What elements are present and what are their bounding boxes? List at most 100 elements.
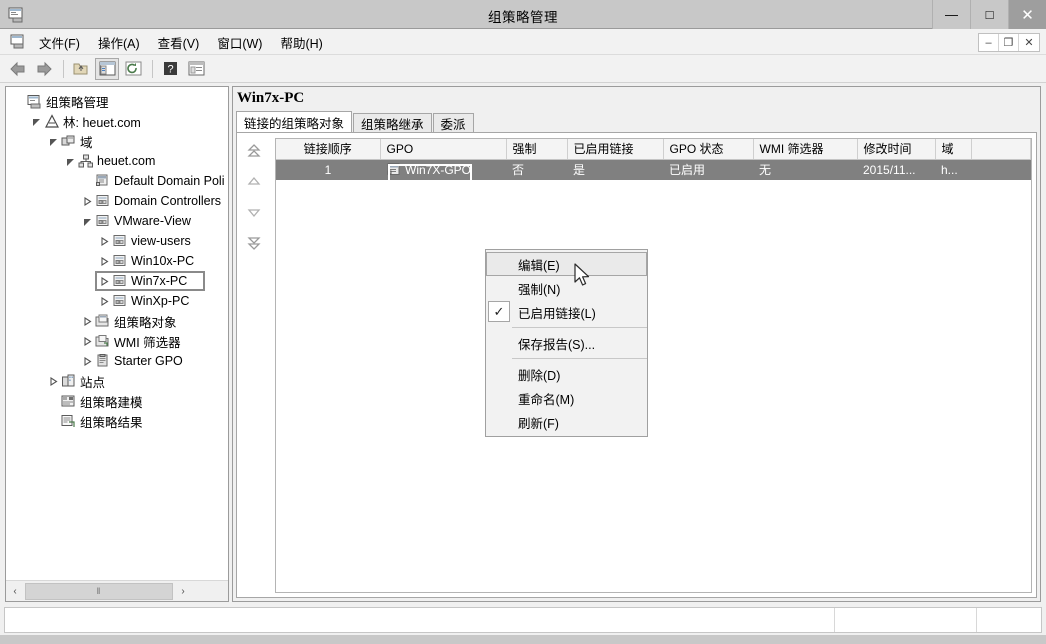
tree-node-domain-controllers[interactable]: Domain Controllers: [6, 191, 228, 211]
column-header-modified[interactable]: 修改时间: [857, 139, 936, 160]
tab-delegation[interactable]: 委派: [432, 113, 474, 133]
up-one-level-button[interactable]: [69, 58, 93, 80]
context-menu-item-label: 已启用链接(L): [518, 306, 596, 321]
context-menu-item-label: 强制(N): [518, 282, 561, 297]
mdi-close-button[interactable]: ✕: [1019, 34, 1039, 51]
forest-icon: [43, 113, 60, 129]
scroll-left-button[interactable]: ‹: [6, 581, 24, 601]
tree-node-label: Win10x-PC: [131, 254, 195, 268]
tree-node-[interactable]: 站点: [6, 371, 228, 391]
tab-group-policy-inheritance[interactable]: 组策略继承: [353, 113, 432, 133]
chevron-down-icon[interactable]: [80, 217, 94, 226]
column-header-link-order[interactable]: 链接顺序: [276, 139, 381, 160]
minimize-button[interactable]: —: [932, 0, 970, 29]
column-header-gpo[interactable]: GPO: [380, 139, 507, 160]
column-header-enforced[interactable]: 强制: [506, 139, 568, 160]
chevron-right-icon[interactable]: [80, 336, 94, 346]
tree-node-[interactable]: 组策略结果: [6, 411, 228, 431]
menu-help[interactable]: 帮助(H): [271, 31, 331, 54]
forward-button[interactable]: [32, 58, 56, 80]
properties-button[interactable]: [184, 58, 208, 80]
chevron-down-icon[interactable]: [63, 157, 77, 166]
move-link-to-top-button[interactable]: [241, 139, 267, 165]
column-header-domain[interactable]: 域: [935, 139, 972, 160]
table-row[interactable]: 1 Win7X-GPO 否 是 已启用 无 2015/11... h...: [276, 159, 1031, 180]
context-menu-item-4[interactable]: 保存报告(S)...: [486, 331, 647, 355]
window-title: 组策略管理: [488, 10, 558, 25]
context-menu-item-3[interactable]: ✓ 已启用链接(L): [486, 300, 647, 324]
menu-file[interactable]: 文件(F): [30, 31, 89, 54]
tree-horizontal-scrollbar[interactable]: ‹ ‖ ›: [6, 580, 228, 601]
console-tree[interactable]: 组策略管理 林: heuet.com 域 heuet.com Default Domai…: [6, 87, 228, 581]
tree-node-win7x-pc[interactable]: Win7x-PC: [6, 271, 228, 291]
tree-node-heuet-com[interactable]: 林: heuet.com: [6, 111, 228, 131]
gpo-link-icon: [94, 173, 111, 189]
tree-node-default-domain-poli[interactable]: Default Domain Poli: [6, 171, 228, 191]
tree-node-view-users[interactable]: view-users: [6, 231, 228, 251]
status-text: [5, 608, 835, 632]
cell-gpo: Win7X-GPO: [380, 159, 506, 180]
ou-icon: [94, 213, 111, 229]
column-header-link-enabled[interactable]: 已启用链接: [567, 139, 664, 160]
chevron-right-icon[interactable]: [80, 356, 94, 366]
chevron-right-icon[interactable]: [97, 236, 111, 246]
gpo-link-context-menu[interactable]: 编辑(E) 强制(N) ✓ 已启用链接(L) 保存报告(S)... 删除(D) 重命名(M)…: [485, 249, 648, 437]
context-menu-item-7[interactable]: 刷新(F): [486, 410, 647, 434]
move-link-up-button[interactable]: [241, 169, 267, 195]
tree-node-starter-gpo[interactable]: Starter GPO: [6, 351, 228, 371]
chevron-right-icon[interactable]: [97, 296, 111, 306]
domains-icon: [60, 133, 77, 149]
tree-node-[interactable]: 组策略建模: [6, 391, 228, 411]
tree-node-win10x-pc[interactable]: Win10x-PC: [6, 251, 228, 271]
ou-icon: [111, 273, 128, 289]
chevron-right-icon[interactable]: [46, 376, 60, 386]
move-link-down-button[interactable]: [241, 199, 267, 225]
table-header-row: 链接顺序 GPO 强制 已启用链接 GPO 状态 WMI 筛选器 修改时间 域: [276, 139, 1031, 160]
chevron-right-icon[interactable]: [80, 196, 94, 206]
tab-linked-gpos[interactable]: 链接的组策略对象: [236, 111, 353, 133]
menu-view[interactable]: 查看(V): [149, 31, 209, 54]
refresh-button[interactable]: [121, 58, 145, 80]
ou-icon: [111, 233, 128, 249]
chevron-down-icon[interactable]: [46, 137, 60, 146]
context-menu-item-1[interactable]: 编辑(E): [486, 252, 647, 276]
tree-node-winxp-pc[interactable]: WinXp-PC: [6, 291, 228, 311]
maximize-button[interactable]: □: [970, 0, 1008, 29]
menu-bar: 文件(F) 操作(A) 查看(V) 窗口(W) 帮助(H) – ❐ ✕: [0, 29, 1046, 55]
context-menu-item-5[interactable]: 删除(D): [486, 362, 647, 386]
tree-node-label: 域: [80, 135, 93, 150]
context-menu-item-6[interactable]: 重命名(M): [486, 386, 647, 410]
tree-node-[interactable]: 域: [6, 131, 228, 151]
context-menu-item-2[interactable]: 强制(N): [486, 276, 647, 300]
tree-node-heuet-com[interactable]: heuet.com: [6, 151, 228, 171]
chevron-down-icon[interactable]: [29, 117, 43, 126]
column-header-wmi-filter[interactable]: WMI 筛选器: [753, 139, 858, 160]
tree-node-[interactable]: 组策略管理: [6, 91, 228, 111]
show-hide-tree-button[interactable]: [95, 57, 119, 80]
chevron-right-icon[interactable]: [97, 276, 111, 286]
context-menu-item-label: 删除(D): [518, 368, 561, 383]
scrollbar-track[interactable]: [192, 581, 228, 601]
main-content: 组策略管理 林: heuet.com 域 heuet.com Default Domai…: [0, 83, 1046, 605]
tree-node-label: 组策略管理: [46, 95, 109, 110]
tree-node-vmware-view[interactable]: VMware-View: [6, 211, 228, 231]
close-button[interactable]: ✕: [1008, 0, 1046, 29]
menu-action[interactable]: 操作(A): [89, 31, 149, 54]
context-menu-item-label: 保存报告(S)...: [518, 337, 596, 352]
tree-node-[interactable]: 组策略对象: [6, 311, 228, 331]
menu-window[interactable]: 窗口(W): [208, 31, 271, 54]
column-header-gpo-status[interactable]: GPO 状态: [663, 139, 754, 160]
starter-gpo-icon: [94, 353, 111, 369]
mdi-minimize-button[interactable]: –: [979, 34, 999, 51]
chevron-right-icon[interactable]: [97, 256, 111, 266]
chevron-right-icon[interactable]: [80, 316, 94, 326]
gpo-link-icon: [386, 163, 401, 177]
title-bar: 组策略管理 — □ ✕: [0, 0, 1046, 29]
scroll-right-button[interactable]: ›: [174, 581, 192, 601]
move-link-to-bottom-button[interactable]: [241, 229, 267, 255]
scrollbar-thumb[interactable]: ‖: [25, 582, 173, 600]
tree-node-wmi[interactable]: WMI 筛选器: [6, 331, 228, 351]
back-button[interactable]: [6, 58, 30, 80]
mdi-restore-button[interactable]: ❐: [999, 34, 1019, 51]
help-button[interactable]: ?: [158, 58, 182, 80]
